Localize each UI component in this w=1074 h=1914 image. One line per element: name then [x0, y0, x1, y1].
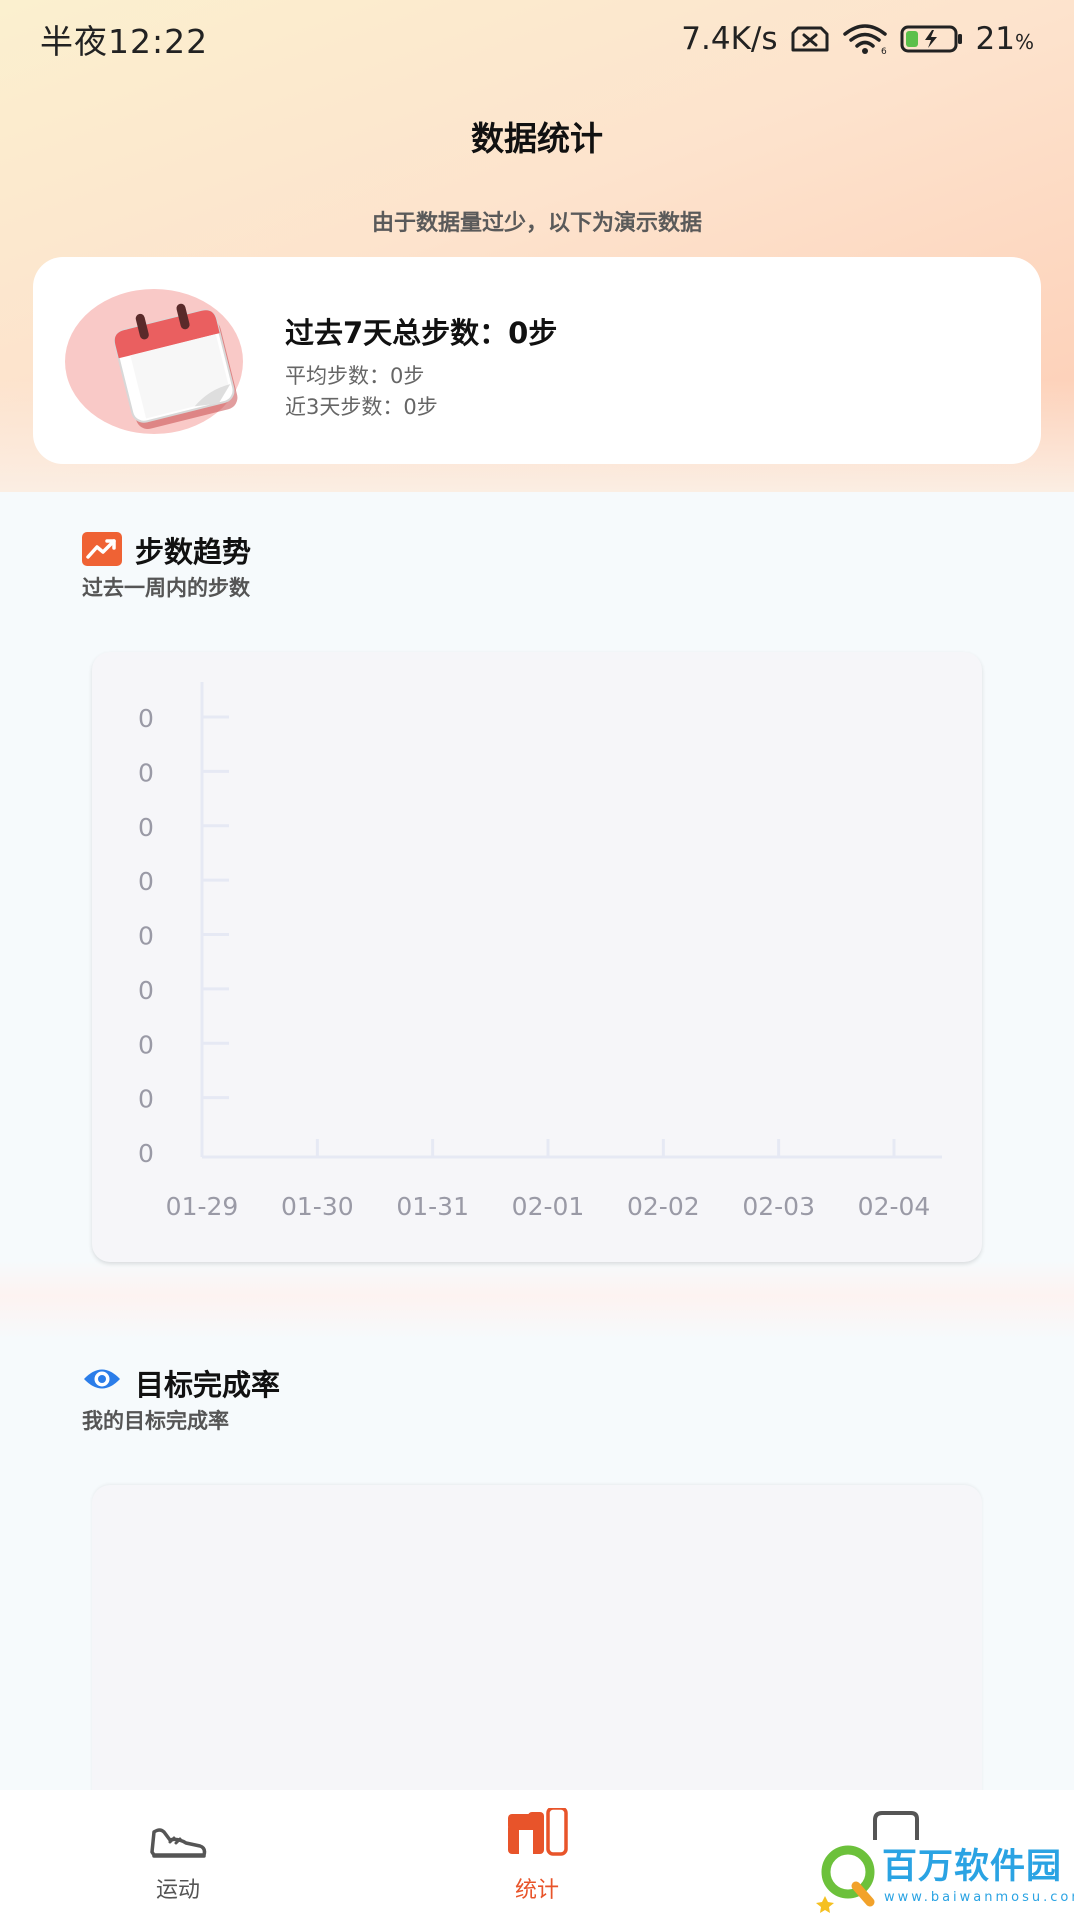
battery-charging-icon	[900, 24, 964, 54]
x-tick-label: 01-30	[281, 1192, 354, 1221]
eye-icon	[82, 1362, 122, 1400]
goal-completion-title: 目标完成率	[135, 1368, 281, 1402]
svg-text:6: 6	[881, 47, 887, 55]
step-trend-title: 步数趋势	[135, 535, 252, 569]
status-time: 半夜12:22	[40, 22, 209, 61]
tab-statistics-label: 统计	[514, 1878, 559, 1903]
tab-exercise[interactable]: 运动	[78, 1790, 278, 1914]
tab-exercise-label: 运动	[155, 1878, 200, 1903]
y-tick-label: 0	[138, 758, 154, 787]
trend-up-icon	[82, 532, 122, 570]
y-tick-label: 0	[138, 1030, 154, 1059]
status-bar: 半夜12:22 7.4K/s 6 21%	[0, 0, 1074, 78]
y-tick-label: 0	[138, 813, 154, 842]
watermark-logo: 百万软件园 www.baiwanmosu.com	[812, 1838, 1074, 1914]
wifi-icon: 6	[842, 23, 888, 55]
status-indicators: 7.4K/s 6 21%	[681, 21, 1034, 57]
network-speed: 7.4K/s	[681, 21, 778, 57]
recent-3-days-steps: 近3天步数：0步	[285, 395, 438, 419]
y-tick-label: 0	[138, 922, 154, 951]
y-tick-label: 0	[138, 867, 154, 896]
total-steps-7-days: 过去7天总步数：0步	[285, 316, 558, 350]
page-title: 数据统计	[471, 119, 603, 158]
x-tick-label: 01-29	[166, 1192, 239, 1221]
y-tick-label: 0	[138, 1139, 154, 1168]
step-trend-chart-svg: 0 0 0 0 0 0 0 0 0 01-29 01-30 01-31 02-01 02-02 02-03 0…	[138, 682, 942, 1221]
demo-data-notice: 由于数据量过少，以下为演示数据	[371, 211, 702, 236]
x-tick-label: 02-03	[742, 1192, 815, 1221]
y-tick-label: 0	[138, 976, 154, 1005]
battery-percent: 21%	[975, 21, 1034, 57]
goal-completion-subtitle: 我的目标完成率	[82, 1409, 229, 1433]
watermark-url: www.baiwanmosu.com	[884, 1890, 1074, 1905]
calendar-icon	[75, 279, 275, 453]
x-tick-label: 02-04	[858, 1192, 931, 1221]
average-steps: 平均步数：0步	[285, 364, 425, 388]
x-tick-label: 02-01	[512, 1192, 585, 1221]
step-trend-chart: 0 0 0 0 0 0 0 0 0 01-29 01-30 01-31 02-01 02-02 02-03 0…	[92, 652, 982, 1262]
x-tick-label: 01-31	[396, 1192, 469, 1221]
y-tick-label: 0	[138, 1085, 154, 1114]
step-trend-subtitle: 过去一周内的步数	[82, 576, 250, 600]
no-sim-icon	[790, 25, 830, 53]
y-tick-label: 0	[138, 704, 154, 733]
section-divider-band	[0, 1260, 1074, 1340]
watermark-text: 百万软件园	[882, 1847, 1063, 1887]
goal-completion-chart	[92, 1485, 982, 1825]
tab-statistics[interactable]: 统计	[437, 1790, 637, 1914]
steps-summary-card: 过去7天总步数：0步 平均步数：0步 近3天步数：0步	[33, 257, 1041, 464]
x-tick-label: 02-02	[627, 1192, 700, 1221]
